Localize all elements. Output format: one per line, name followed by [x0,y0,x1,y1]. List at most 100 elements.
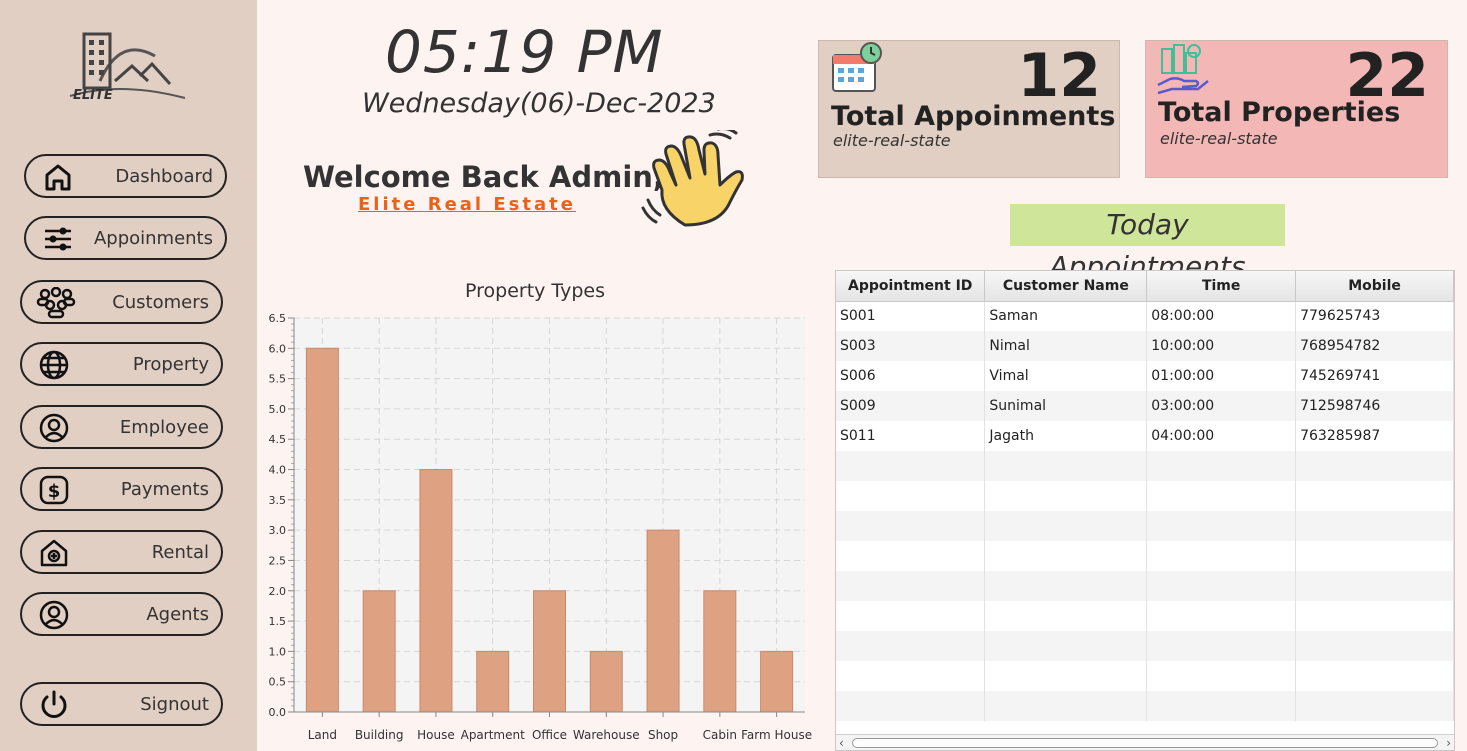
table-row[interactable] [836,451,1454,481]
logo-text: ELITE [73,88,113,103]
table-row[interactable] [836,541,1454,571]
table-row[interactable]: S001 Saman 08:00:00 779625743 [836,301,1454,331]
bar-farm-house [760,650,794,713]
table-row[interactable] [836,481,1454,511]
column-header[interactable]: Mobile [1295,271,1454,302]
brand-link[interactable]: Elite Real Estate [358,194,576,215]
table-row[interactable] [836,691,1454,721]
total-properties-card: 22 Total Properties elite-real-state [1145,40,1448,178]
table-cell: Sunimal [984,391,1148,421]
table-cell [836,511,986,541]
table-cell: Nimal [984,331,1148,361]
table-cell: 712598746 [1295,391,1454,421]
sidebar-item-property[interactable]: Property [20,342,223,386]
y-tick-label: 4.5 [269,433,287,446]
column-header[interactable]: Time [1146,271,1297,302]
sidebar-item-payments[interactable]: $ Payments [20,467,223,511]
table-cell: S003 [836,331,986,361]
waving-hand-icon [641,130,744,227]
table-row[interactable]: S011 Jagath 04:00:00 763285987 [836,421,1454,451]
table-cell [836,601,986,631]
signout-button[interactable]: Signout [20,682,223,726]
card-subtitle: elite-real-state [833,131,951,150]
bar-office [533,590,566,713]
y-tick-label: 6.5 [269,312,287,325]
sidebar-item-customers[interactable]: Customers [20,280,223,324]
table-cell [1146,541,1297,571]
people-icon [36,287,76,319]
table-row[interactable] [836,511,1454,541]
user-circle-icon [39,600,69,630]
table-cell [984,571,1148,601]
table-cell [1146,601,1297,631]
y-tick-label: 5.0 [269,403,287,416]
table-cell [1146,631,1297,661]
sidebar-item-label: Rental [151,541,209,563]
column-header[interactable]: Customer Name [984,271,1148,302]
sidebar: ELITE Dashboard Appoinments Customers Pr… [0,0,257,751]
sidebar-item-label: Payments [120,478,209,500]
sidebar-item-label: Appoinments [93,227,213,249]
table-row[interactable] [836,571,1454,601]
sidebar-item-label: Customers [112,291,209,313]
x-tick-label: Farm House [741,728,812,742]
table-cell [1146,481,1297,511]
user-circle-icon [39,413,69,443]
property-hand-icon [1157,44,1209,95]
table-row[interactable]: S009 Sunimal 03:00:00 712598746 [836,391,1454,421]
table-cell: 779625743 [1295,301,1454,331]
y-tick-label: 1.0 [269,645,287,658]
house-plus-icon [40,539,68,567]
appointments-table[interactable]: Appointment ID Customer Name Time Mobile… [835,270,1455,751]
y-tick-label: 2.0 [269,585,287,598]
table-row[interactable] [836,631,1454,661]
scroll-left-icon[interactable]: ‹ [839,735,844,751]
table-header-row: Appointment ID Customer Name Time Mobile [836,271,1454,302]
column-header[interactable]: Appointment ID [836,271,986,302]
table-cell: S011 [836,421,986,451]
table-cell [1295,661,1454,691]
table-cell: S001 [836,301,986,331]
dollar-icon: $ [39,475,69,505]
table-cell [984,511,1148,541]
bar-shop [646,529,680,713]
sidebar-item-agents[interactable]: Agents [20,592,223,636]
home-icon [45,164,71,191]
sidebar-item-employee[interactable]: Employee [20,405,223,449]
bar-house [419,469,453,713]
table-cell: S006 [836,361,986,391]
table-cell: Jagath [984,421,1148,451]
sidebar-item-rental[interactable]: Rental [20,530,223,574]
table-cell: 04:00:00 [1146,421,1297,451]
table-row[interactable]: S006 Vimal 01:00:00 745269741 [836,361,1454,391]
y-tick-label: 0.0 [269,706,287,719]
table-cell [1295,481,1454,511]
table-cell [984,691,1148,721]
table-row[interactable] [836,661,1454,691]
horizontal-scrollbar[interactable]: ‹ › [836,734,1454,750]
table-cell: 08:00:00 [1146,301,1297,331]
table-row[interactable] [836,601,1454,631]
sidebar-item-appoinments[interactable]: Appoinments [24,216,227,260]
clock-date: Wednesday(06)-Dec-2023 [362,88,716,119]
y-tick-label: 1.5 [269,615,287,628]
signout-label: Signout [140,693,209,715]
table-cell [1146,451,1297,481]
table-cell [836,571,986,601]
table-cell [1146,691,1297,721]
table-cell [1295,631,1454,661]
table-cell [1295,571,1454,601]
y-tick-label: 5.5 [269,373,287,386]
table-cell: Saman [984,301,1148,331]
scrollbar-thumb[interactable] [852,738,1438,748]
table-row[interactable]: S003 Nimal 10:00:00 768954782 [836,331,1454,361]
table-cell: 768954782 [1295,331,1454,361]
property-types-chart: 0.0 0.5 1.0 1.5 2.0 2.5 3.0 3.5 4.0 4.5 5.0 5.5 6.0 6… [269,312,813,742]
y-tick-label: 3.0 [269,524,287,537]
sidebar-item-dashboard[interactable]: Dashboard [24,154,227,198]
x-tick-label: House [417,728,455,742]
table-cell [836,691,986,721]
bar-warehouse [589,650,623,713]
scroll-right-icon[interactable]: › [1446,735,1451,751]
x-tick-label: Apartment [461,728,525,742]
